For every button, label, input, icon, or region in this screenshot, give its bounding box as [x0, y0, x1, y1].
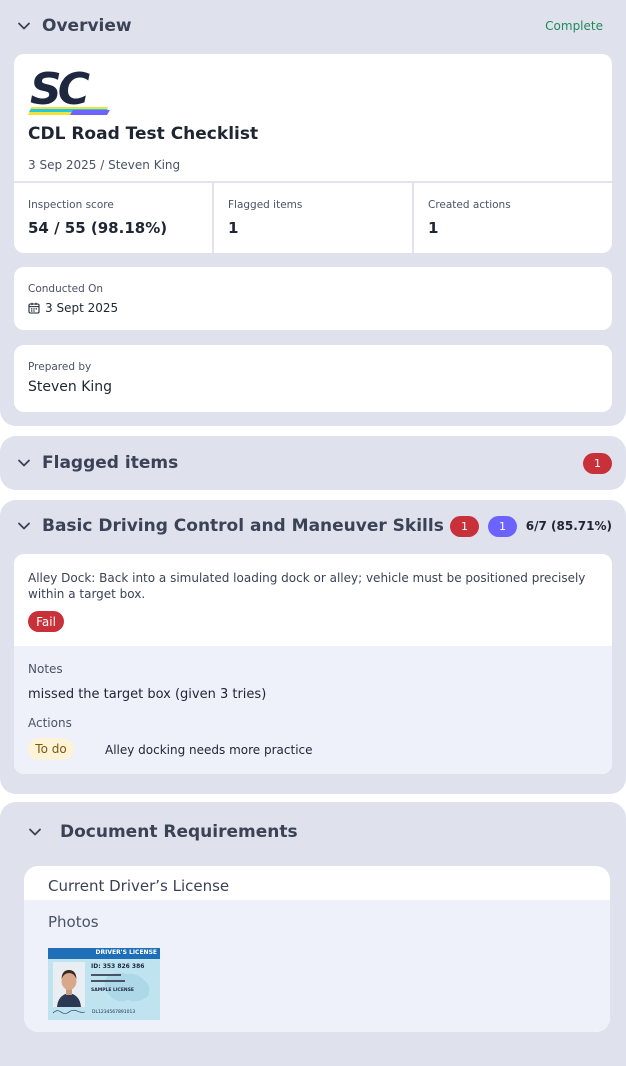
- stat-label: Inspection score: [28, 199, 114, 211]
- prepared-by-value: Steven King: [28, 379, 113, 395]
- prepared-by-label: Prepared by: [28, 361, 92, 373]
- notes-text: missed the target box (given 3 tries): [28, 687, 267, 702]
- flagged-count-badge: 1: [583, 452, 612, 474]
- stats-row: Inspection score 54 / 55 (98.18%) Flagge…: [14, 181, 612, 253]
- stat-created-actions: Created actions 1: [414, 183, 612, 253]
- stat-label: Created actions: [428, 199, 511, 211]
- basic-driving-header[interactable]: Basic Driving Control and Maneuver Skill…: [0, 500, 626, 552]
- document-requirements-header[interactable]: Document Requirements: [0, 802, 626, 862]
- stat-value: 54 / 55 (98.18%): [28, 219, 168, 237]
- notes-label: Notes: [28, 662, 63, 676]
- photos-panel: Photos DRIVER'S LICENSE ID: 353 826 386 …: [24, 900, 610, 1032]
- stat-flagged-items: Flagged items 1: [214, 183, 414, 253]
- question-card: Alley Dock: Back into a simulated loadin…: [14, 554, 612, 774]
- company-logo: SC: [28, 64, 114, 118]
- flag-count-badge: 1: [450, 515, 479, 537]
- license-number: DL1234567891013: [92, 1010, 136, 1015]
- details-panel: Notes missed the target box (given 3 tri…: [14, 646, 612, 774]
- report-title: CDL Road Test Checklist: [28, 124, 259, 144]
- basic-driving-title: Basic Driving Control and Maneuver Skill…: [42, 516, 444, 536]
- stat-value: 1: [428, 219, 439, 237]
- prepared-by-card: Prepared by Steven King: [14, 345, 612, 412]
- question-text: Alley Dock: Back into a simulated loadin…: [28, 571, 586, 601]
- flagged-items-section[interactable]: Flagged items 1: [0, 436, 626, 490]
- actions-label: Actions: [28, 716, 72, 730]
- chevron-down-icon: [29, 828, 41, 836]
- flagged-items-title: Flagged items: [42, 453, 179, 473]
- license-detail-lines: [91, 974, 131, 986]
- chevron-down-icon: [18, 522, 30, 530]
- license-id: ID: 353 826 386: [91, 963, 145, 970]
- photos-label: Photos: [48, 913, 99, 931]
- flagged-items-header[interactable]: Flagged items 1: [0, 436, 626, 490]
- stat-label: Flagged items: [228, 199, 303, 211]
- fail-badge: Fail: [28, 611, 64, 632]
- overview-header[interactable]: Overview Complete: [0, 0, 626, 52]
- svg-text:SC: SC: [30, 66, 90, 115]
- overview-title: Overview: [42, 16, 132, 36]
- chevron-down-icon: [18, 22, 30, 30]
- document-item-card: Current Driver’s License Photos DRIVER'S…: [24, 866, 610, 1032]
- action-item-text[interactable]: Alley docking needs more practice: [105, 743, 313, 757]
- license-portrait: [53, 962, 85, 1007]
- document-requirements-section: Document Requirements Current Driver’s L…: [0, 802, 626, 1066]
- license-signature: [52, 1009, 86, 1014]
- license-sample-text: SAMPLE LICENSE: [91, 988, 135, 993]
- report-meta: 3 Sep 2025 / Steven King: [28, 158, 181, 172]
- overview-section: Overview Complete SC CDL Road Test Check…: [0, 0, 626, 426]
- license-photo-thumbnail[interactable]: DRIVER'S LICENSE ID: 353 826 386 SAMPLE …: [48, 948, 160, 1020]
- action-count-badge: 1: [488, 515, 517, 537]
- calendar-icon: [28, 302, 40, 314]
- chevron-down-icon: [18, 459, 30, 467]
- conducted-on-value: 3 Sept 2025: [45, 301, 119, 315]
- stat-value: 1: [228, 219, 239, 237]
- report-header-card: SC CDL Road Test Checklist 3 Sep 2025 / …: [14, 54, 612, 253]
- action-status-badge: To do: [28, 738, 74, 760]
- document-requirements-title: Document Requirements: [60, 822, 298, 842]
- overview-status: Complete: [545, 19, 603, 33]
- basic-driving-section: Basic Driving Control and Maneuver Skill…: [0, 500, 626, 794]
- section-score: 6/7 (85.71%): [525, 519, 612, 533]
- conducted-on-label: Conducted On: [28, 283, 104, 295]
- document-item-title: Current Driver’s License: [48, 877, 230, 895]
- stat-inspection-score: Inspection score 54 / 55 (98.18%): [14, 183, 214, 253]
- conducted-on-card: Conducted On 3 Sept 2025: [14, 267, 612, 330]
